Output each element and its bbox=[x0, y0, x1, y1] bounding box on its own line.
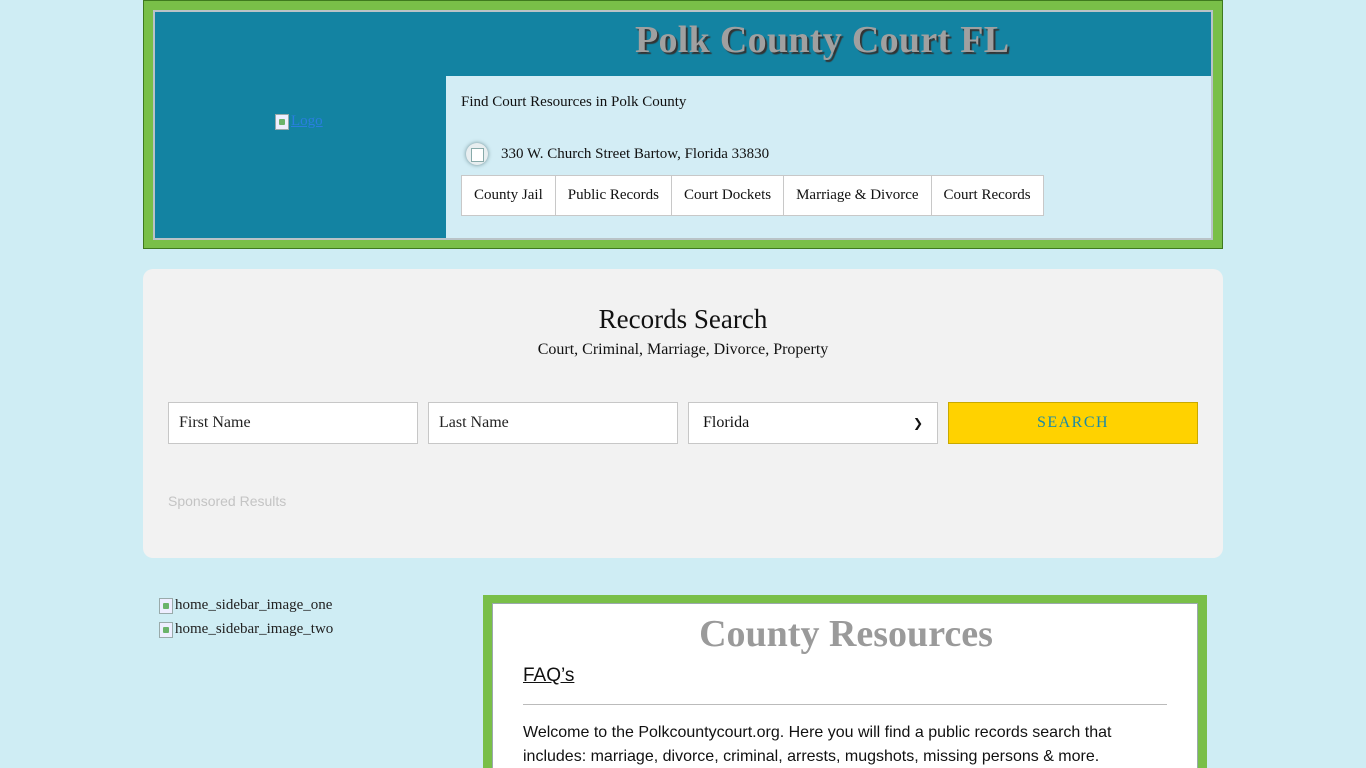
sidebar-image-one-alt: home_sidebar_image_one bbox=[175, 597, 333, 613]
nav-marriage-divorce[interactable]: Marriage & Divorce bbox=[784, 176, 932, 215]
divider bbox=[523, 704, 1167, 705]
resources-intro: Welcome to the Polkcountycourt.org. Here… bbox=[523, 724, 1112, 765]
nav-court-records[interactable]: Court Records bbox=[932, 176, 1043, 215]
broken-image-icon bbox=[159, 597, 173, 614]
site-header: Logo Polk County Court FL Find Court Res… bbox=[143, 0, 1223, 249]
county-resources-box: County Resources FAQ’s Welcome to the Po… bbox=[483, 595, 1207, 768]
state-selected-value: Florida bbox=[703, 414, 750, 431]
site-title[interactable]: Polk County Court FL bbox=[635, 18, 1009, 62]
search-subtitle: Court, Criminal, Marriage, Divorce, Prop… bbox=[537, 341, 829, 358]
sidebar-image-two-alt: home_sidebar_image_two bbox=[175, 621, 334, 637]
state-select[interactable]: Florida ❯ bbox=[688, 402, 938, 444]
address-text: 330 W. Church Street Bartow, Florida 338… bbox=[501, 145, 770, 162]
records-search-panel: Records Search Court, Criminal, Marriage… bbox=[143, 269, 1223, 558]
main-nav: County Jail Public Records Court Dockets… bbox=[461, 175, 1044, 216]
sponsored-results-label: Sponsored Results bbox=[168, 493, 287, 509]
chevron-down-icon: ❯ bbox=[912, 416, 923, 430]
nav-county-jail[interactable]: County Jail bbox=[462, 176, 556, 215]
search-title: Records Search bbox=[598, 304, 768, 334]
address-row: 330 W. Church Street Bartow, Florida 338… bbox=[466, 143, 769, 165]
logo-link[interactable]: Logo bbox=[275, 113, 323, 130]
sidebar-image-two: home_sidebar_image_two bbox=[159, 621, 333, 638]
tagline: Find Court Resources in Polk County bbox=[461, 94, 687, 110]
location-icon bbox=[466, 143, 488, 165]
broken-image-icon bbox=[275, 113, 289, 130]
nav-public-records[interactable]: Public Records bbox=[556, 176, 673, 215]
last-name-input[interactable] bbox=[428, 402, 678, 444]
broken-image-icon bbox=[159, 621, 173, 638]
header-inner: Logo Polk County Court FL Find Court Res… bbox=[153, 10, 1213, 240]
resources-title: County Resources bbox=[699, 613, 993, 655]
sidebar-image-one: home_sidebar_image_one bbox=[159, 597, 332, 614]
logo-column: Logo bbox=[155, 12, 446, 238]
first-name-input[interactable] bbox=[168, 402, 418, 444]
faq-link[interactable]: FAQ’s bbox=[523, 665, 574, 687]
search-button[interactable]: SEARCH bbox=[948, 402, 1198, 444]
county-resources-inner: County Resources FAQ’s Welcome to the Po… bbox=[492, 603, 1198, 768]
logo-alt-text: Logo bbox=[291, 113, 323, 129]
nav-court-dockets[interactable]: Court Dockets bbox=[672, 176, 785, 215]
title-bar: Polk County Court FL bbox=[446, 12, 1211, 76]
